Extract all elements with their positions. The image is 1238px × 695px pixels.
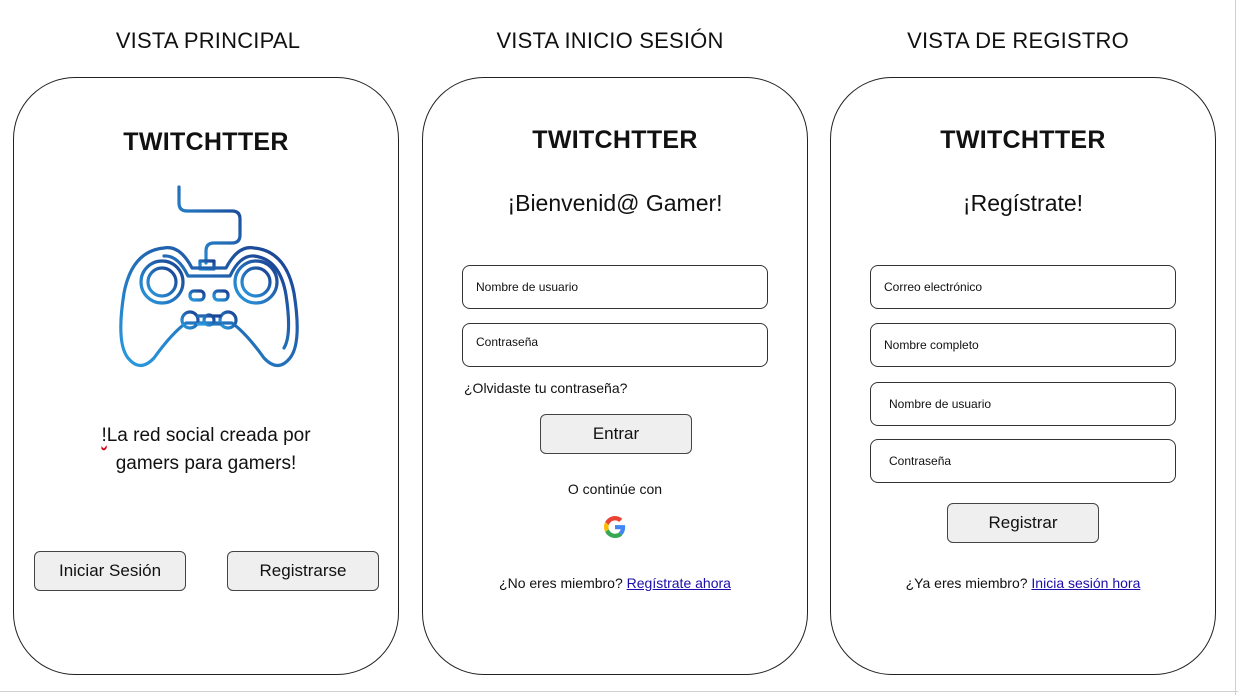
main-phone-frame: TWITCHTTER !La red social creada por gam… xyxy=(13,77,399,675)
register-footer: ¿Ya eres miembro? Inicia sesión hora xyxy=(831,575,1215,591)
register-username-field[interactable]: Nombre de usuario xyxy=(870,382,1176,426)
login-phone-frame: TWITCHTTER ¡Bienvenid@ Gamer! Nombre de … xyxy=(422,77,808,675)
already-member-text: ¿Ya eres miembro? xyxy=(905,575,1028,591)
not-member-text: ¿No eres miembro? xyxy=(499,575,623,591)
login-link[interactable]: Inicia sesión hora xyxy=(1031,575,1140,591)
tagline-line1: La red social creada por xyxy=(106,425,311,446)
register-view-title: VISTA DE REGISTRO xyxy=(907,28,1129,53)
continue-with-label: O continúe con xyxy=(567,481,663,497)
register-password-field[interactable]: Contraseña xyxy=(870,439,1176,483)
login-username-field[interactable]: Nombre de usuario xyxy=(462,265,768,309)
login-button[interactable]: Iniciar Sesión xyxy=(34,551,186,591)
register-submit-button[interactable]: Registrar xyxy=(947,503,1099,543)
email-field[interactable]: Correo electrónico xyxy=(870,265,1176,309)
fullname-field[interactable]: Nombre completo xyxy=(870,323,1176,367)
enter-button[interactable]: Entrar xyxy=(540,414,692,454)
register-phone-frame: TWITCHTTER ¡Regístrate! Correo electróni… xyxy=(830,77,1216,675)
register-now-link[interactable]: Regístrate ahora xyxy=(627,575,731,591)
main-tagline: !La red social creada por gamers para ga… xyxy=(14,422,398,478)
login-brand: TWITCHTTER xyxy=(532,126,698,154)
main-view-title: VISTA PRINCIPAL xyxy=(115,28,301,53)
register-welcome: ¡Regístrate! xyxy=(962,190,1084,216)
tagline-line2: gamers para gamers! xyxy=(115,453,297,474)
login-welcome: ¡Bienvenid@ Gamer! xyxy=(507,190,723,216)
register-brand: TWITCHTTER xyxy=(940,126,1106,154)
page-edge-bottom xyxy=(0,691,1238,692)
google-icon[interactable] xyxy=(604,516,626,538)
login-footer: ¿No eres miembro? Regístrate ahora xyxy=(423,575,807,591)
register-button[interactable]: Registrarse xyxy=(227,551,379,591)
login-password-field[interactable]: Contraseña xyxy=(462,323,768,367)
login-view-title: VISTA INICIO SESIÓN xyxy=(496,28,724,53)
page-edge-right xyxy=(1235,0,1236,695)
gamepad-icon xyxy=(119,185,299,368)
forgot-password-link[interactable]: ¿Olvidaste tu contraseña? xyxy=(464,380,627,396)
main-brand: TWITCHTTER xyxy=(123,128,289,156)
